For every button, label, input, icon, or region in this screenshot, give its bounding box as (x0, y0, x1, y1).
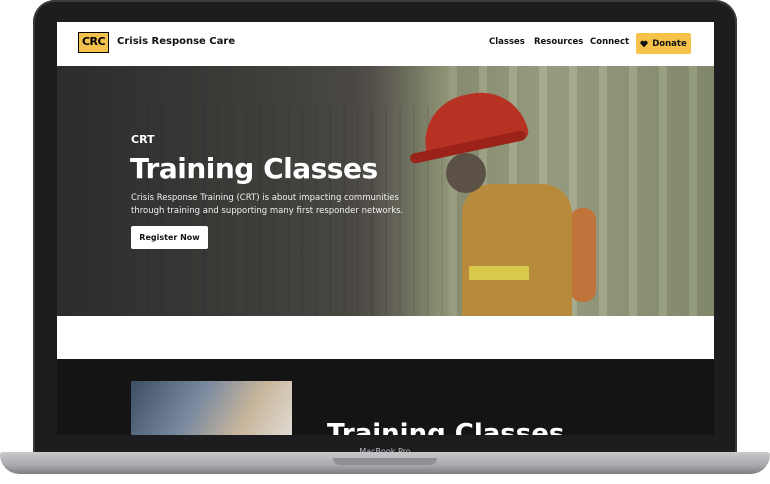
logo[interactable]: CRC (78, 32, 109, 53)
heart-icon (640, 40, 648, 47)
nav-link-classes[interactable]: Classes (489, 37, 525, 47)
screen: CRC Crisis Response Care Classes Resourc… (57, 22, 714, 435)
donate-button[interactable]: Donate (636, 33, 691, 54)
site-header: CRC Crisis Response Care Classes Resourc… (57, 22, 714, 66)
hero-title: Training Classes (130, 152, 378, 185)
firefighter-mask (446, 153, 486, 193)
firefighter-air-tank (570, 208, 596, 302)
section-title: Training Classes (327, 419, 565, 435)
laptop-notch (333, 458, 437, 465)
nav-link-connect[interactable]: Connect (590, 37, 629, 47)
brand-name[interactable]: Crisis Response Care (117, 36, 235, 47)
register-now-button[interactable]: Register Now (131, 226, 208, 249)
spacer-band (57, 316, 714, 359)
section-photo (131, 381, 292, 435)
hero-description: Crisis Response Training (CRT) is about … (131, 193, 404, 216)
firefighter-coat (462, 184, 572, 316)
hero-banner: CRT Training Classes Crisis Response Tra… (57, 66, 714, 316)
hero-eyebrow: CRT (131, 133, 155, 146)
firefighter-reflective-stripe (469, 266, 529, 280)
training-section: Training Classes (57, 359, 714, 435)
device-label: MacBook Pro (359, 447, 411, 456)
nav-link-resources[interactable]: Resources (534, 37, 583, 47)
donate-label: Donate (652, 38, 687, 49)
